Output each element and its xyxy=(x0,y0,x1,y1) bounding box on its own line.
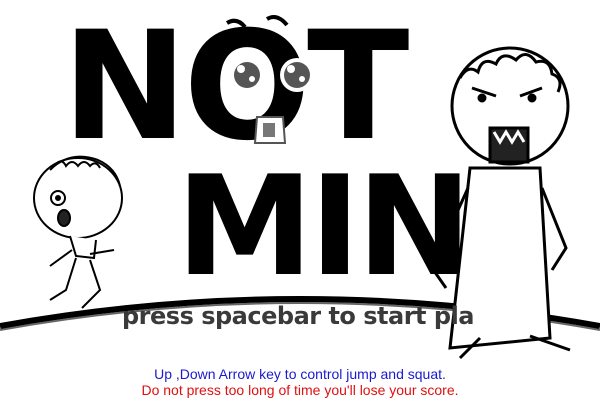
press-start-prompt: press spacebar to start pla xyxy=(122,302,474,330)
game-page: NOT MINI press spacebar to start pla Up … xyxy=(0,0,600,401)
warning-instruction: Do not press too long of time you'll los… xyxy=(141,382,459,398)
controls-instruction: Up ,Down Arrow key to control jump and s… xyxy=(154,366,446,382)
player-character xyxy=(33,155,123,309)
instructions-panel: Up ,Down Arrow key to control jump and s… xyxy=(0,366,600,398)
game-canvas[interactable]: NOT MINI press spacebar to start pla xyxy=(0,0,600,362)
